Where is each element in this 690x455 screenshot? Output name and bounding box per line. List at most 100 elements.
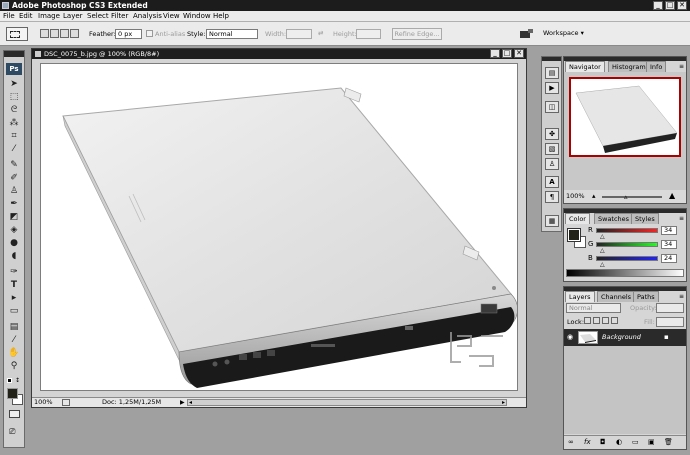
- marquee-tool-icon[interactable]: ⬚: [7, 91, 21, 103]
- tool-preset-picker[interactable]: [6, 27, 28, 41]
- channel-b-thumb[interactable]: △: [600, 261, 605, 268]
- foreground-color-swatch[interactable]: [7, 388, 18, 399]
- status-arrow-icon[interactable]: ▶: [180, 398, 185, 407]
- zoom-in-icon[interactable]: ▲: [669, 191, 675, 200]
- layers-menu-icon[interactable]: ≡: [679, 293, 684, 300]
- tab-channels[interactable]: Channels: [597, 291, 636, 302]
- crop-tool-icon[interactable]: ⌗: [7, 130, 21, 142]
- history-brush-tool-icon[interactable]: ✒: [7, 198, 21, 210]
- opacity-input[interactable]: [656, 303, 684, 313]
- lock-transparent-icon[interactable]: [584, 317, 591, 324]
- ps-logo[interactable]: Ps: [6, 63, 22, 75]
- menu-view[interactable]: View: [163, 12, 180, 20]
- style-select[interactable]: Normal: [206, 29, 258, 39]
- refine-edge-button[interactable]: Refine Edge...: [392, 28, 442, 40]
- scroll-right-icon[interactable]: ▸: [502, 400, 505, 406]
- zoom-out-icon[interactable]: ▴: [592, 192, 596, 200]
- fill-input[interactable]: [656, 317, 684, 327]
- feather-input[interactable]: 0 px: [115, 29, 142, 39]
- navigator-preview-area[interactable]: [564, 72, 686, 190]
- tab-histogram[interactable]: Histogram: [608, 61, 650, 72]
- scroll-left-icon[interactable]: ◂: [189, 400, 192, 406]
- brush-tool-icon[interactable]: ✐: [7, 172, 21, 184]
- horizontal-scrollbar[interactable]: ◂ ▸: [187, 399, 507, 406]
- bridge-icon[interactable]: [518, 28, 534, 40]
- channel-b-value[interactable]: 24: [661, 254, 677, 263]
- eraser-tool-icon[interactable]: ◩: [7, 211, 21, 223]
- character-panel-icon[interactable]: A: [545, 176, 559, 188]
- default-colors-icon[interactable]: [7, 378, 12, 383]
- image-canvas[interactable]: [40, 63, 518, 391]
- lock-position-icon[interactable]: [602, 317, 609, 324]
- add-selection-icon[interactable]: [50, 29, 59, 38]
- paint-bucket-tool-icon[interactable]: ◈: [7, 224, 21, 236]
- toolbox-grip[interactable]: [4, 51, 24, 57]
- width-input[interactable]: [286, 29, 312, 39]
- layer-visibility-eye-icon[interactable]: ◉: [567, 333, 573, 341]
- doc-close-button[interactable]: ✕: [514, 49, 524, 58]
- adjustment-layer-icon[interactable]: ◐: [616, 438, 622, 446]
- link-layers-icon[interactable]: ∞: [568, 438, 574, 446]
- doc-maximize-button[interactable]: □: [502, 49, 512, 58]
- screen-mode-icon[interactable]: ⎚: [9, 427, 15, 437]
- navigator-zoom-slider[interactable]: [602, 196, 662, 198]
- intersect-selection-icon[interactable]: [70, 29, 79, 38]
- path-selection-tool-icon[interactable]: ▸: [7, 292, 21, 304]
- new-selection-icon[interactable]: [40, 29, 49, 38]
- zoom-tool-icon[interactable]: ⚲: [7, 360, 21, 372]
- zoom-level[interactable]: 100%: [34, 398, 53, 407]
- color-menu-icon[interactable]: ≡: [679, 215, 684, 222]
- new-group-icon[interactable]: ▭: [632, 438, 639, 446]
- brushes-panel-icon[interactable]: ✤: [545, 128, 559, 140]
- new-layer-icon[interactable]: ▣: [648, 438, 655, 446]
- menu-analysis[interactable]: Analysis: [133, 12, 162, 20]
- subtract-selection-icon[interactable]: [60, 29, 69, 38]
- clone-source-icon[interactable]: ♙: [545, 158, 559, 170]
- tab-info[interactable]: Info: [646, 61, 667, 72]
- blend-mode-select[interactable]: Normal: [566, 303, 621, 313]
- swap-icon[interactable]: ⇄: [318, 29, 323, 37]
- navigator-zoom-value[interactable]: 100%: [566, 192, 585, 200]
- quick-mask-icon[interactable]: [9, 410, 20, 418]
- type-tool-icon[interactable]: T: [7, 279, 21, 291]
- channel-g-slider[interactable]: [596, 242, 658, 247]
- lock-all-icon[interactable]: [611, 317, 618, 324]
- magic-wand-tool-icon[interactable]: ⁂: [7, 117, 21, 129]
- zoom-slider-thumb[interactable]: ▵: [624, 193, 628, 201]
- channel-g-thumb[interactable]: △: [600, 247, 605, 254]
- navigator-thumbnail[interactable]: [569, 77, 681, 157]
- antialias-checkbox[interactable]: [146, 30, 153, 37]
- navigator-menu-icon[interactable]: ≡: [679, 63, 684, 70]
- swap-colors-icon[interactable]: ↕: [15, 377, 20, 384]
- shape-tool-icon[interactable]: ▭: [7, 305, 21, 317]
- tab-swatches[interactable]: Swatches: [594, 213, 634, 224]
- tab-navigator[interactable]: Navigator: [565, 61, 605, 72]
- layer-style-icon[interactable]: fx: [584, 438, 591, 446]
- document-titlebar[interactable]: DSC_0075_b.jpg @ 100% (RGB/8#) _ □ ✕: [32, 49, 526, 59]
- tab-layers[interactable]: Layers: [565, 291, 595, 302]
- layer-mask-icon[interactable]: ◘: [600, 438, 606, 446]
- minimize-button[interactable]: _: [653, 1, 663, 10]
- status-menu-icon[interactable]: [62, 399, 70, 406]
- eyedropper-tool-icon[interactable]: ⁄: [7, 143, 21, 155]
- eyedropper-3d-tool-icon[interactable]: ⁄: [7, 334, 21, 346]
- tab-color[interactable]: Color: [565, 213, 590, 224]
- hand-tool-icon[interactable]: ✋: [7, 347, 21, 359]
- channel-g-value[interactable]: 34: [661, 240, 677, 249]
- menu-filter[interactable]: Filter: [111, 12, 128, 20]
- blur-tool-icon[interactable]: ●: [7, 237, 21, 249]
- lock-image-icon[interactable]: [593, 317, 600, 324]
- menu-layer[interactable]: Layer: [63, 12, 83, 20]
- layer-row-background[interactable]: ◉ Background ▪: [564, 329, 686, 346]
- healing-brush-tool-icon[interactable]: ✎: [7, 159, 21, 171]
- color-foreground-swatch[interactable]: [567, 228, 581, 242]
- layer-comps-icon[interactable]: ▦: [545, 215, 559, 227]
- channel-r-thumb[interactable]: △: [600, 233, 605, 240]
- menu-file[interactable]: File: [3, 12, 15, 20]
- clone-stamp-tool-icon[interactable]: ♙: [7, 185, 21, 197]
- move-tool-icon[interactable]: ➤: [7, 78, 21, 90]
- menu-image[interactable]: Image: [38, 12, 60, 20]
- tab-paths[interactable]: Paths: [633, 291, 659, 302]
- menu-edit[interactable]: Edit: [19, 12, 33, 20]
- maximize-button[interactable]: □: [665, 1, 675, 10]
